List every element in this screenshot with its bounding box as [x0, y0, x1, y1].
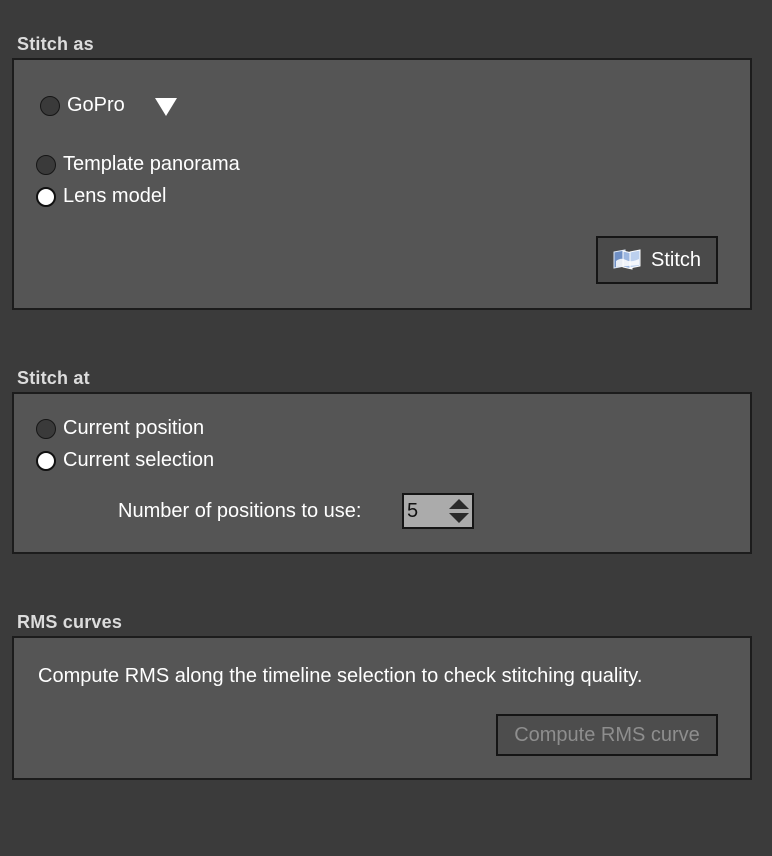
radio-label-template-panorama: Template panorama: [63, 153, 240, 175]
positions-spinbox[interactable]: 5: [402, 493, 474, 529]
stitch-as-group: GoPro Template panorama Lens model Stitc…: [12, 58, 752, 310]
radio-indicator-lens-model[interactable]: [36, 186, 56, 207]
rms-curves-group: Compute RMS along the timeline selection…: [12, 636, 752, 780]
positions-value[interactable]: 5: [404, 500, 446, 523]
stepper-arrows-icon[interactable]: [446, 496, 472, 526]
stitch-at-group: Current position Current selection Numbe…: [12, 392, 752, 554]
preset-dropdown-arrow-icon[interactable]: [155, 98, 177, 116]
radio-indicator-gopro[interactable]: [40, 95, 60, 116]
stitch-at-title: Stitch at: [17, 368, 90, 388]
radio-current-selection[interactable]: Current selection: [36, 449, 214, 472]
radio-indicator-current-selection[interactable]: [36, 450, 56, 471]
stitching-panel: Stitch as GoPro Template panorama Lens m…: [0, 0, 772, 856]
rms-curves-title: RMS curves: [17, 612, 123, 632]
radio-label-current-position: Current position: [63, 417, 205, 439]
radio-label-lens-model: Lens model: [63, 185, 167, 207]
radio-indicator-current-position[interactable]: [36, 418, 56, 439]
stitch-button-label: Stitch: [650, 248, 702, 271]
stitch-as-title: Stitch as: [17, 34, 94, 54]
compute-rms-curve-label: Compute RMS curve: [514, 723, 700, 746]
radio-indicator-template-panorama[interactable]: [36, 154, 56, 175]
radio-template-panorama[interactable]: Template panorama: [36, 153, 240, 176]
radio-label-gopro: GoPro: [67, 94, 125, 116]
radio-current-position[interactable]: Current position: [36, 417, 204, 440]
rms-description: Compute RMS along the timeline selection…: [38, 665, 643, 687]
radio-label-current-selection: Current selection: [63, 449, 215, 471]
stitch-button[interactable]: Stitch: [596, 236, 718, 284]
positions-label: Number of positions to use:: [118, 500, 362, 522]
radio-gopro[interactable]: GoPro: [40, 94, 125, 117]
compute-rms-curve-button[interactable]: Compute RMS curve: [496, 714, 718, 756]
radio-lens-model[interactable]: Lens model: [36, 185, 166, 208]
panorama-stitch-icon: [613, 248, 641, 272]
